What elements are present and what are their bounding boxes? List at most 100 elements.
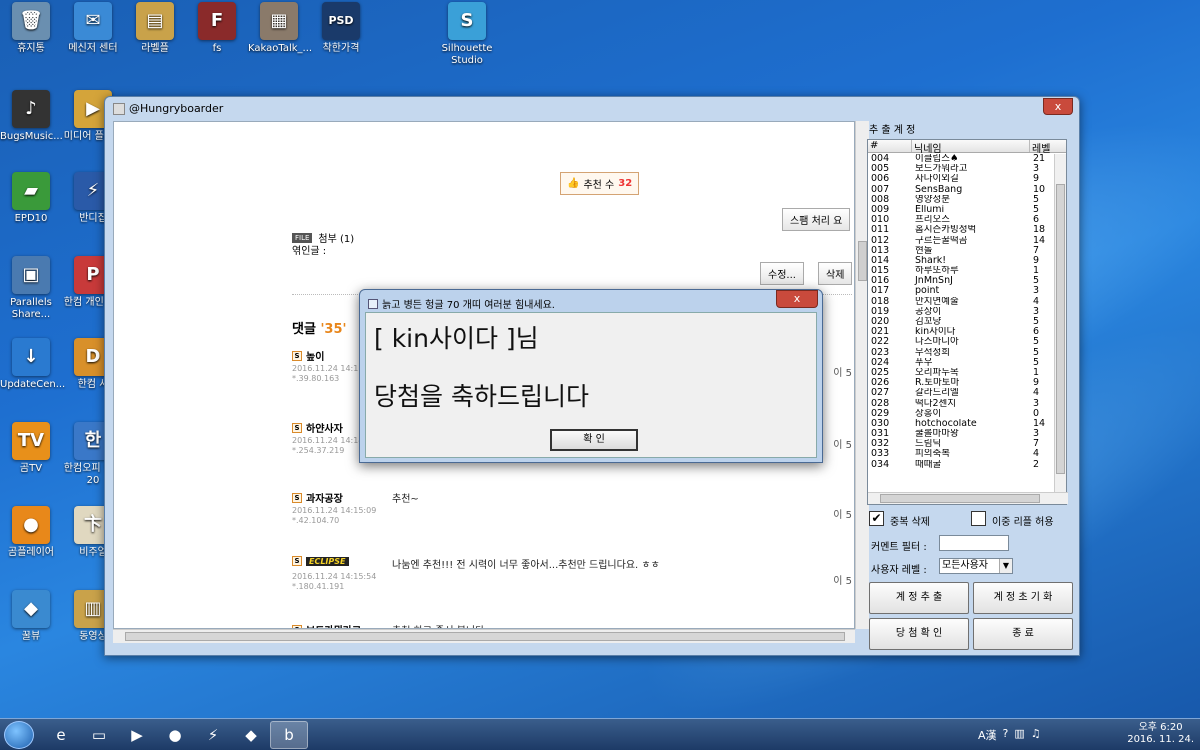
desktop-icon[interactable]: ▣ Parallels Share...	[0, 256, 62, 321]
comment-author[interactable]: S보드가뭐라고	[292, 622, 361, 628]
comment-vote[interactable]: 이 5	[833, 436, 852, 451]
desktop-icon[interactable]: PSD 착한가격	[310, 2, 372, 55]
desktop-icon[interactable]: ◆ 꿀뷰	[0, 590, 62, 643]
window-title-bar[interactable]: @Hungryboarder	[113, 102, 223, 115]
comment-item: S 과자공장 2016.11.24 14:15:09 *.42.104.70 추천~ 이 …	[292, 490, 852, 538]
desktop-icon[interactable]: ✉ 메신저 센터	[62, 2, 124, 55]
table-row[interactable]: 010 프리오스 6	[868, 215, 1055, 225]
help-icon[interactable]: ?	[1003, 727, 1009, 743]
dup-delete-checkbox[interactable]: ✔	[869, 511, 884, 526]
comment-author[interactable]: S 높이	[292, 348, 324, 363]
comment-author[interactable]: S ECLIPSE	[292, 556, 349, 566]
comment-filter-input[interactable]	[939, 535, 1009, 551]
ie-icon[interactable]: e	[42, 721, 80, 749]
ime-indicator[interactable]: A漢	[978, 727, 997, 743]
table-row[interactable]: 034 때때굴 2	[868, 460, 1055, 470]
table-row[interactable]: 007 SensBang 10	[868, 185, 1055, 195]
table-row[interactable]: 012 구르는꿀떡곰 14	[868, 236, 1055, 246]
spam-report-button[interactable]: 스팸 처리 요	[782, 208, 851, 231]
desktop-icon[interactable]: TV 곰TV	[0, 422, 62, 475]
gom-player-icon[interactable]: ●	[156, 721, 194, 749]
user-level-select[interactable]: 모든사용자 ▼	[939, 558, 1013, 574]
table-row[interactable]: 027 갈라드리엘 4	[868, 388, 1055, 398]
row-nickname: 떡다2센치	[915, 398, 957, 409]
delete-button[interactable]: 삭제	[818, 262, 853, 285]
bandizip-icon[interactable]: ⚡	[194, 721, 232, 749]
desktop-icon[interactable]: ↓ UpdateCen...	[0, 338, 66, 391]
table-row[interactable]: 016 JnMnSnJ 5	[868, 276, 1055, 286]
table-row[interactable]: 004 이클립스♠ 21	[868, 154, 1055, 164]
dialog-close-button[interactable]: x	[776, 290, 818, 308]
row-nickname: 쿨롤마마왕	[915, 429, 959, 440]
extractor-app-icon[interactable]: b	[270, 721, 308, 749]
table-row[interactable]: 030 hotchocolate 14	[868, 419, 1055, 429]
table-row[interactable]: 014 Shark! 9	[868, 256, 1055, 266]
col-header-number[interactable]: #	[868, 140, 912, 152]
table-row[interactable]: 019 공상이 3	[868, 307, 1055, 317]
allow-double-checkbox[interactable]	[971, 511, 986, 526]
col-header-nickname[interactable]: 닉네임	[912, 140, 1030, 155]
desktop-icon[interactable]: Ffs	[186, 2, 248, 55]
row-level: 9	[1033, 255, 1040, 266]
table-row[interactable]: 021 kin사이다 6	[868, 327, 1055, 337]
media-player-icon[interactable]: ▶	[118, 721, 156, 749]
table-row[interactable]: 017 point 3	[868, 286, 1055, 296]
col-header-level[interactable]: 레벨	[1030, 140, 1066, 155]
extract-accounts-button[interactable]: 계 정 추 출	[869, 582, 969, 614]
table-row[interactable]: 026 R.토마토마 9	[868, 378, 1055, 388]
table-row[interactable]: 018 만지면예술 4	[868, 297, 1055, 307]
volume-icon[interactable]: ♫	[1031, 727, 1041, 743]
allow-double-label: 이중 리플 허용	[992, 517, 1054, 528]
table-row[interactable]: 031 쿨롤마마왕 3	[868, 429, 1055, 439]
table-row[interactable]: 008 영양성분 5	[868, 195, 1055, 205]
comment-vote[interactable]: 이 5	[833, 364, 852, 379]
like-button[interactable]: 👍 추천 수 32	[560, 172, 640, 195]
clock[interactable]: 오후 6:20 2016. 11. 24.	[1127, 722, 1194, 746]
honeyview-icon[interactable]: ◆	[232, 721, 270, 749]
table-horizontal-scrollbar[interactable]	[868, 492, 1068, 504]
app-icon: ▣	[12, 256, 50, 294]
table-row[interactable]: 028 떡다2센치 3	[868, 399, 1055, 409]
table-row[interactable]: 025 오리파두목 1	[868, 368, 1055, 378]
confirm-winner-button[interactable]: 당 첨 확 인	[869, 618, 969, 650]
table-row[interactable]: 024 푸우 5	[868, 358, 1055, 368]
comment-vote[interactable]: 이 5	[833, 572, 852, 587]
table-row[interactable]: 020 김꼬냥 5	[868, 317, 1055, 327]
table-row[interactable]: 011 홈시즌카빙정벅 18	[868, 225, 1055, 235]
folder-icon[interactable]: ▭	[80, 721, 118, 749]
table-row[interactable]: 015 하루또하루 1	[868, 266, 1055, 276]
desktop-icon[interactable]: ● 곰플레이어	[0, 506, 62, 559]
table-row[interactable]: 013 현돌 7	[868, 246, 1055, 256]
row-nickname: SensBang	[915, 184, 963, 195]
page-horizontal-scrollbar[interactable]	[113, 629, 855, 643]
comment-vote[interactable]: 이 5	[833, 506, 852, 521]
table-row[interactable]: 029 상홍이 0	[868, 409, 1055, 419]
desktop-icon[interactable]: ▰ EPD10	[0, 172, 62, 225]
row-level: 21	[1033, 154, 1046, 164]
comment-author[interactable]: S 하얀사자	[292, 420, 343, 435]
table-row[interactable]: 023 무적정희 5	[868, 348, 1055, 358]
row-level: 3	[1033, 398, 1040, 409]
table-row[interactable]: 005 보드가뭐라고 3	[868, 164, 1055, 174]
desktop-icon[interactable]: ▤ 라벨플	[124, 2, 186, 55]
table-row[interactable]: 033 피의축복 4	[868, 449, 1055, 459]
table-row[interactable]: 032 드림딕 7	[868, 439, 1055, 449]
comment-author[interactable]: S 과자공장	[292, 490, 343, 505]
desktop-icon[interactable]: ♪ BugsMusic...	[0, 90, 63, 143]
table-vertical-scrollbar[interactable]	[1054, 154, 1066, 492]
network-icon[interactable]: ▥	[1014, 727, 1024, 743]
desktop-icon[interactable]: 🗑 휴지통	[0, 2, 62, 55]
start-button[interactable]	[4, 721, 34, 749]
table-row[interactable]: 009 Ellumi 5	[868, 205, 1055, 215]
dialog-title-bar[interactable]: 늙고 병든 헝글 70 개띠 여러분 힘내세요.	[368, 296, 555, 311]
desktop-icon[interactable]: S Silhouette Studio	[436, 2, 498, 67]
exit-button[interactable]: 종 료	[973, 618, 1073, 650]
ok-button[interactable]: 확 인	[550, 429, 638, 451]
reset-accounts-button[interactable]: 계 정 초 기 화	[973, 582, 1073, 614]
table-row[interactable]: 022 나스마니아 5	[868, 337, 1055, 347]
desktop-icon-label: UpdateCen...	[0, 379, 66, 390]
desktop-icon[interactable]: ▦ KakaoTalk_...	[248, 2, 312, 55]
edit-button[interactable]: 수정...	[760, 262, 804, 285]
table-row[interactable]: 006 사나이외길 9	[868, 174, 1055, 184]
window-close-button[interactable]: x	[1043, 98, 1073, 115]
